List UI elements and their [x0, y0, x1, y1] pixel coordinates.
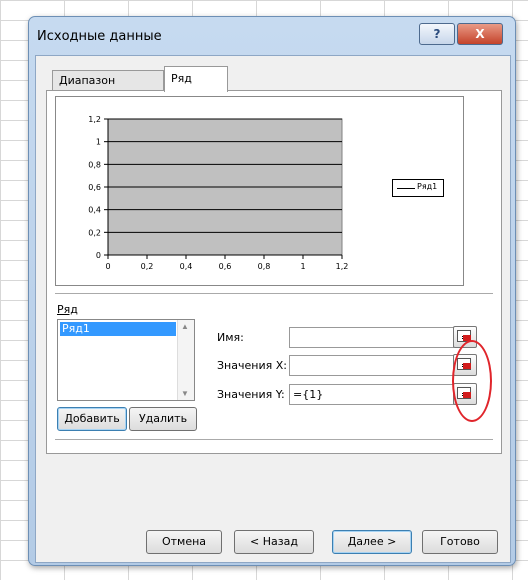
list-item[interactable]: Ряд1 — [60, 322, 176, 336]
add-series-button[interactable]: Добавить — [57, 407, 127, 431]
close-button[interactable]: X — [457, 23, 503, 45]
series-group-label: Ряд — [57, 303, 78, 316]
x-tick-label: 0,8 — [258, 262, 271, 271]
finish-button[interactable]: Готово — [422, 530, 498, 554]
scroll-up-icon[interactable]: ▲ — [181, 322, 189, 331]
y-tick-label: 1,2 — [88, 115, 101, 124]
y-tick-label: 0,8 — [88, 160, 101, 169]
help-button[interactable]: ? — [419, 23, 455, 45]
y-tick-label: 1 — [96, 138, 101, 147]
divider — [55, 293, 493, 295]
next-button[interactable]: Далее > — [332, 530, 412, 554]
chart-preview: 0 0,2 0,4 0,6 0,8 1 1,2 0 0,2 0,4 0,6 0,8 1 1,2 Ряд1 — [55, 96, 464, 286]
y-tick-label: 0,4 — [88, 206, 101, 215]
x-values-label: Значения X: — [217, 359, 287, 372]
cancel-button[interactable]: Отмена — [146, 530, 222, 554]
dialog-title: Исходные данные — [37, 29, 162, 44]
back-button[interactable]: < Назад — [234, 530, 314, 554]
chart-legend: Ряд1 — [392, 179, 444, 197]
x-tick-label: 0,2 — [141, 262, 154, 271]
x-tick-label: 1 — [300, 262, 305, 271]
delete-series-button[interactable]: Удалить — [129, 407, 197, 431]
tab-series[interactable]: Ряд — [164, 66, 228, 92]
y-values-label: Значения Y: — [217, 388, 285, 401]
divider — [55, 439, 493, 441]
y-tick-label: 0,6 — [88, 183, 101, 192]
x-tick-label: 0,6 — [219, 262, 232, 271]
x-values-field[interactable] — [289, 355, 454, 376]
series-list[interactable]: Ряд1 ▲ ▼ — [57, 319, 195, 401]
highlight-circle — [452, 340, 492, 422]
tab-panel: 0 0,2 0,4 0,6 0,8 1 1,2 0 0,2 0,4 0,6 0,8 1 1,2 Ряд1 … — [46, 90, 502, 454]
x-tick-label: 0 — [105, 262, 110, 271]
legend-label: Ряд1 — [417, 182, 438, 191]
scroll-down-icon[interactable]: ▼ — [181, 389, 189, 398]
y-tick-label: 0,2 — [88, 228, 101, 237]
name-field[interactable] — [289, 327, 454, 348]
x-tick-label: 1,2 — [336, 262, 349, 271]
list-scrollbar[interactable]: ▲ ▼ — [177, 320, 194, 400]
x-tick-label: 0,4 — [180, 262, 193, 271]
legend-line-icon — [397, 188, 415, 189]
name-label: Имя: — [217, 331, 244, 344]
dialog-client: Диапазон данных Ряд 0 0,2 0,4 0,6 0,8 1 1,2 0 0,… — [35, 55, 511, 563]
y-values-field[interactable]: ={1} — [289, 384, 454, 405]
dialog-window: Исходные данные ? X Диапазон данных Ряд … — [28, 16, 516, 566]
tab-data-range[interactable]: Диапазон данных — [52, 70, 164, 107]
y-tick-label: 0 — [96, 251, 101, 260]
